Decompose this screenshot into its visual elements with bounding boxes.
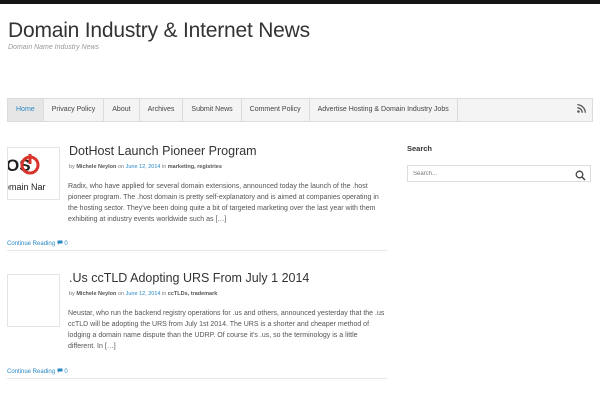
read-more-row: Continue Reading 0 [7,368,387,379]
post-meta: by Michele Neylon on June 12, 2014 in ma… [69,164,222,170]
meta-in: in [161,291,167,297]
nav-item-home[interactable]: Home [8,99,44,121]
nav-item-privacy-policy[interactable]: Privacy Policy [44,99,105,121]
nav-item-about[interactable]: About [104,99,140,121]
rss-icon-glyph [577,104,586,113]
read-more-row: Continue Reading 0 [7,240,387,251]
nav-item-archives[interactable]: Archives [140,99,184,121]
nav-item-comment-policy[interactable]: Comment Policy [242,99,310,121]
post-meta: by Michele Neylon on June 12, 2014 in cc… [69,291,217,297]
meta-on: on [117,164,125,170]
post-author[interactable]: Michele Neylon [76,291,116,297]
search-widget-title: Search [407,144,433,153]
post-title[interactable]: .Us ccTLD Adopting URS From July 1 2014 [69,271,309,285]
meta-by: by [69,164,75,170]
nav-item-advertise[interactable]: Advertise Hosting & Domain Industry Jobs [310,99,458,121]
comment-count[interactable]: 0 [64,369,67,375]
continue-reading-link[interactable]: Continue Reading [7,241,55,247]
site-title[interactable]: Domain Industry & Internet News [8,19,310,43]
post-title[interactable]: DotHost Launch Pioneer Program [69,144,257,158]
nav-item-submit-news[interactable]: Submit News [183,99,242,121]
excerpt-text: Neustar, who run the backend registry op… [68,310,385,350]
search-box [407,165,591,182]
site-description: Domain Name Industry News [8,44,100,51]
post-categories[interactable]: ccTLDs, trademark [168,291,218,297]
meta-by: by [69,291,75,297]
post-date[interactable]: June 12, 2014 [126,291,161,297]
excerpt-text: Radix, who have applied for several doma… [68,183,379,223]
post-author[interactable]: Michele Neylon [76,164,116,170]
meta-on: on [117,291,125,297]
top-bar [0,0,600,4]
comment-count[interactable]: 0 [64,241,67,247]
meta-in: in [161,164,167,170]
post-excerpt: Radix, who have applied for several doma… [7,181,385,225]
main-navigation: Home Privacy Policy About Archives Submi… [7,98,593,122]
rss-icon[interactable] [577,104,586,116]
post-categories[interactable]: marketing, registries [168,164,222,170]
post-excerpt: Neustar, who run the backend registry op… [7,308,385,352]
search-icon[interactable] [575,168,586,181]
search-input[interactable] [408,166,568,181]
post-date[interactable]: June 12, 2014 [126,164,161,170]
continue-reading-link[interactable]: Continue Reading [7,369,55,375]
